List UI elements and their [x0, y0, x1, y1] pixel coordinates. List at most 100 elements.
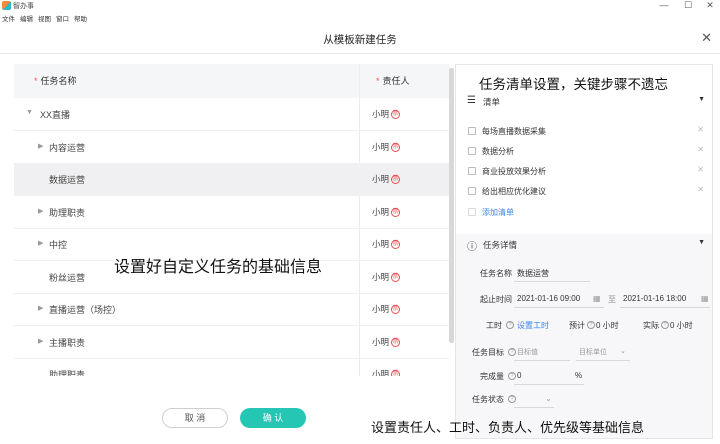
task-name-cell: 主播职责	[49, 337, 86, 348]
checklist-item-label[interactable]: 每场直播数据采集	[482, 126, 546, 137]
owner-remove-icon[interactable]: 禁	[391, 175, 401, 185]
goal-label: 任务目标	[472, 348, 504, 357]
add-checklist-checkbox	[468, 208, 476, 216]
checklist-item-label[interactable]: 给出相应优化建议	[482, 186, 546, 197]
table-row[interactable]: ▶ 直播运营（场控） 小明禁	[14, 293, 450, 326]
task-name-input[interactable]: 数据运营	[517, 268, 549, 279]
delete-icon[interactable]: ✕	[697, 165, 704, 174]
menu-help[interactable]: 帮助	[74, 13, 87, 23]
owner-name: 小明	[372, 141, 390, 152]
checklist-item: 给出相应优化建议 ✕	[468, 184, 704, 200]
task-name-row: 任务名称 数据运营	[456, 268, 712, 288]
table-row[interactable]: ▶ 内容运营 小明禁	[14, 131, 450, 164]
owner-remove-icon[interactable]: 禁	[391, 305, 401, 315]
goal-unit-select[interactable]: 目标单位	[579, 347, 607, 357]
owner-remove-icon[interactable]: 禁	[391, 370, 401, 376]
caret-right-icon[interactable]: ▶	[38, 239, 43, 247]
task-name-cell: 粉丝运营	[49, 272, 86, 283]
owner-remove-icon[interactable]: 禁	[391, 337, 401, 347]
owner-name: 小明	[372, 369, 390, 376]
checklist-item: 数据分析 ✕	[468, 144, 704, 160]
table-row[interactable]: ▼ XX直播 小明禁	[14, 98, 450, 131]
calendar-icon[interactable]: ▦	[593, 294, 601, 303]
checklist-item-label[interactable]: 商业投放效果分析	[482, 166, 546, 177]
caret-right-icon[interactable]: ▶	[38, 337, 43, 345]
chevron-down-icon[interactable]: ⌄	[545, 394, 552, 403]
goal-value-input[interactable]: 目标值	[517, 347, 538, 357]
start-time-underline	[514, 307, 604, 308]
owner-remove-icon[interactable]: 禁	[391, 240, 401, 250]
help-icon[interactable]: ?	[508, 372, 516, 380]
help-icon[interactable]: ?	[587, 321, 595, 329]
owner-remove-icon[interactable]: 禁	[391, 272, 401, 282]
done-input[interactable]: 0	[517, 371, 521, 380]
menu-view[interactable]: 视图	[38, 13, 51, 23]
help-icon[interactable]: ?	[508, 348, 516, 356]
table-header: * 任务名称 * 责任人	[14, 64, 450, 98]
menu-file[interactable]: 文件	[2, 13, 15, 23]
set-workhours-link[interactable]: 设置工时	[517, 320, 549, 331]
time-range-row: 起止时间 2021-01-16 09:00 ▦ 至 2021-01-16 18:…	[456, 294, 712, 314]
caret-right-icon[interactable]: ▶	[38, 142, 43, 150]
checklist-item: 商业投放效果分析 ✕	[468, 164, 704, 180]
caret-down-icon[interactable]: ▼	[26, 109, 33, 116]
workhours-row: 工时 ? 设置工时 预计 ? 0 小时 实际 ? 0 小时	[456, 320, 712, 340]
table-scrollbar[interactable]	[449, 68, 454, 343]
owner-cell[interactable]: 小明禁	[372, 368, 401, 376]
window-close-button[interactable]: ✕	[700, 0, 720, 11]
checklist-item-label[interactable]: 数据分析	[482, 146, 514, 157]
calendar-icon[interactable]: ▦	[701, 294, 709, 303]
cancel-button[interactable]: 取 消	[162, 408, 228, 428]
minimize-button[interactable]: —	[654, 0, 674, 10]
owner-cell[interactable]: 小明禁	[372, 303, 401, 315]
required-marker: *	[34, 76, 38, 86]
checklist-checkbox[interactable]	[468, 187, 476, 195]
details-title: 任务详情	[483, 240, 518, 250]
info-icon: ⓘ	[467, 242, 477, 253]
delete-icon[interactable]: ✕	[697, 145, 704, 154]
table-row[interactable]: ▶ 助理职责 小明禁	[14, 196, 450, 229]
delete-icon[interactable]: ✕	[697, 185, 704, 194]
estimated-label: 预计	[569, 321, 585, 330]
owner-cell[interactable]: 小明禁	[372, 336, 401, 348]
checklist-checkbox[interactable]	[468, 167, 476, 175]
confirm-button[interactable]: 确 认	[240, 408, 306, 428]
chevron-down-icon[interactable]: ⌄	[620, 347, 626, 355]
help-icon[interactable]: ?	[661, 321, 669, 329]
goal-row: 任务目标 ? 目标值 目标单位 ⌄	[456, 347, 712, 367]
owner-remove-icon[interactable]: 禁	[391, 207, 401, 217]
status-select[interactable]	[514, 407, 554, 408]
owner-remove-icon[interactable]: 禁	[391, 110, 401, 120]
caret-right-icon[interactable]: ▶	[38, 207, 43, 215]
details-section-header[interactable]: ⓘ 任务详情 ▼	[456, 235, 712, 255]
checklist-checkbox[interactable]	[468, 127, 476, 135]
checklist-checkbox[interactable]	[468, 147, 476, 155]
add-checklist-link[interactable]: 添加清单	[482, 207, 514, 218]
task-name-cell: 内容运营	[49, 142, 86, 153]
table-row[interactable]: ▶ 主播职责 小明禁	[14, 326, 450, 359]
owner-remove-icon[interactable]: 禁	[391, 142, 401, 152]
owner-cell[interactable]: 小明禁	[372, 206, 401, 218]
table-row[interactable]: 助理职责 小明禁	[14, 358, 450, 376]
caret-down-icon[interactable]: ▼	[698, 96, 705, 103]
maximize-button[interactable]: ☐	[678, 0, 698, 11]
dialog-close-icon[interactable]: ✕	[701, 30, 712, 46]
owner-cell[interactable]: 小明禁	[372, 238, 401, 250]
menu-window[interactable]: 窗口	[56, 13, 69, 23]
task-table: * 任务名称 * 责任人 ▼ XX直播 小明禁 ▶ 内容运营 小明禁数据运营 小明禁 ▶ 助理职责小…	[14, 64, 450, 376]
end-time-input[interactable]: 2021-01-16 18:00	[623, 294, 686, 303]
caret-right-icon[interactable]: ▶	[38, 304, 43, 312]
owner-cell[interactable]: 小明禁	[372, 271, 401, 283]
start-time-input[interactable]: 2021-01-16 09:00	[517, 294, 580, 303]
caret-down-icon[interactable]: ▼	[698, 239, 705, 246]
delete-icon[interactable]: ✕	[697, 125, 704, 134]
menu-edit[interactable]: 编辑	[20, 13, 33, 23]
task-name-cell: 助理职责	[49, 370, 86, 376]
owner-cell[interactable]: 小明禁	[372, 173, 401, 185]
checklist-section-header[interactable]: ☰ 清单 ▼	[456, 92, 712, 112]
table-row[interactable]: 数据运营 小明禁	[14, 163, 450, 196]
owner-cell[interactable]: 小明禁	[372, 108, 401, 120]
help-icon[interactable]: ?	[508, 395, 516, 403]
owner-cell[interactable]: 小明禁	[372, 141, 401, 153]
help-icon[interactable]: ?	[506, 321, 514, 329]
